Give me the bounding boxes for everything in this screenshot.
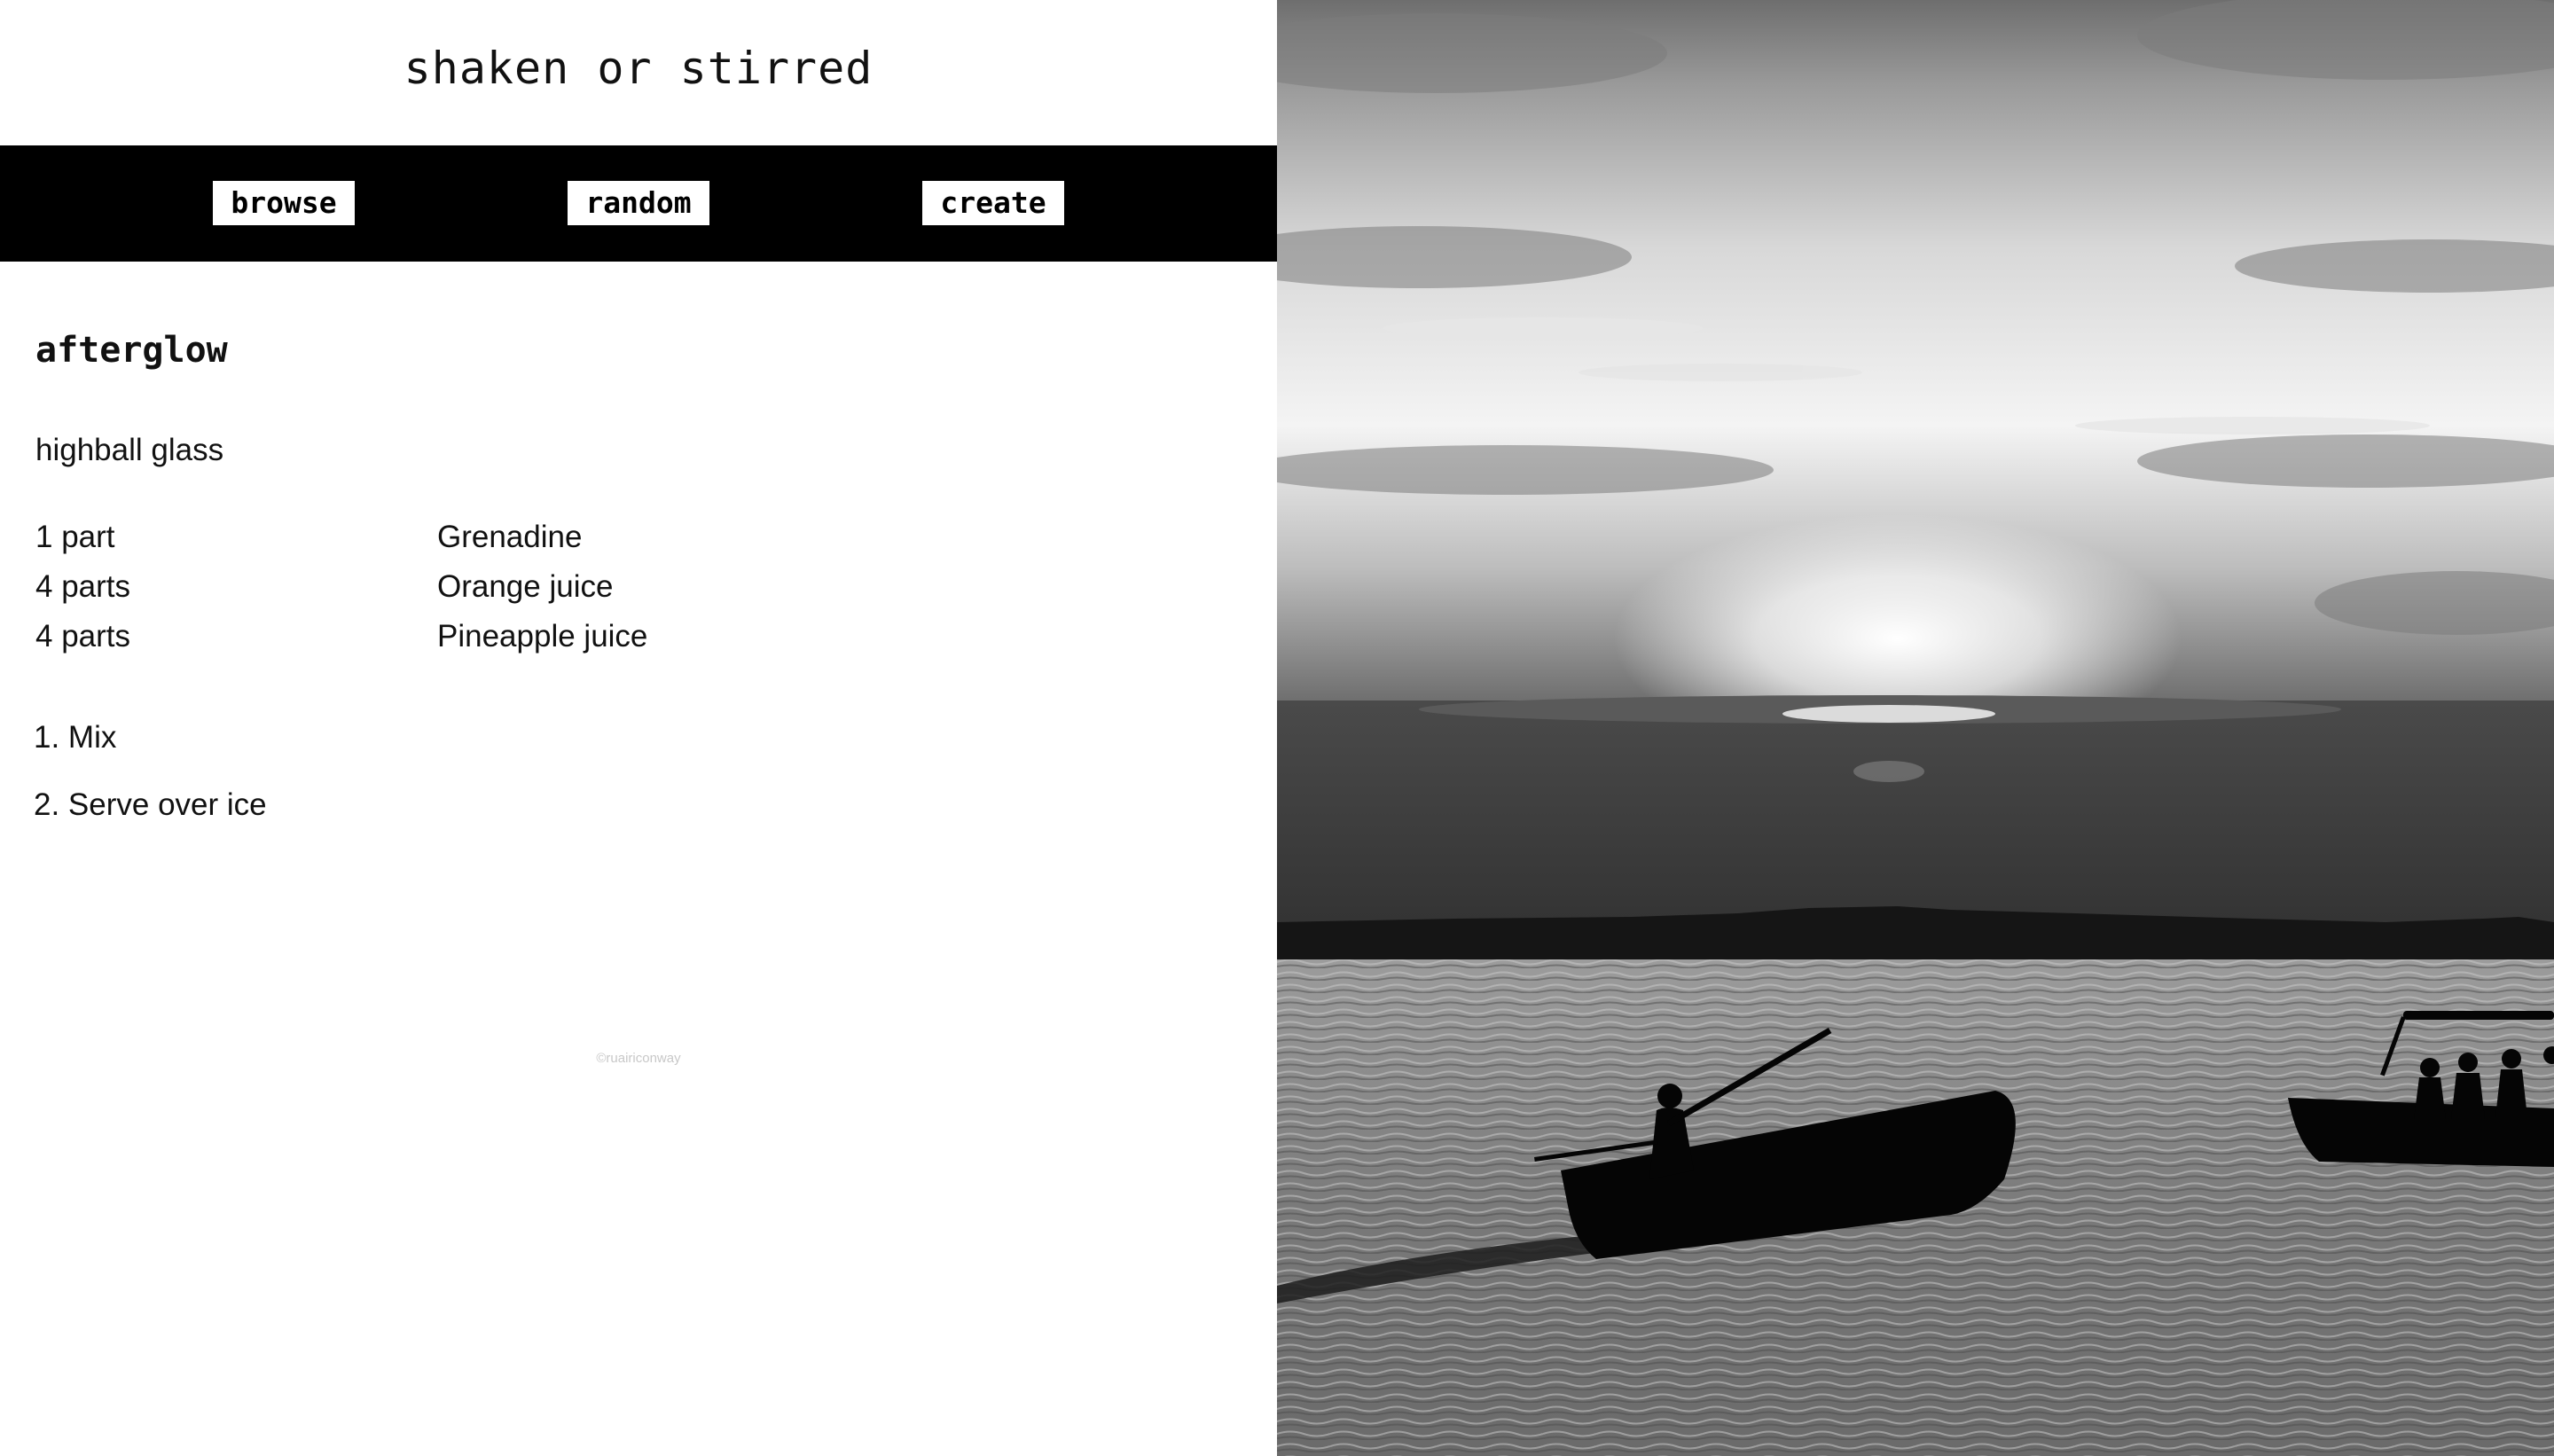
browse-button[interactable]: browse [213, 181, 355, 225]
ingredient-amount: 4 parts [35, 569, 130, 604]
photo-credit[interactable]: ©ruairiconway [0, 1051, 1277, 1066]
page: shaken or stirred browse random create a… [0, 0, 2554, 1456]
instruction-steps: 1. Mix 2. Serve over ice [34, 715, 267, 849]
ingredient-name: Orange juice [437, 569, 614, 604]
ingredient-name: Grenadine [437, 520, 583, 554]
instruction-step: 1. Mix [34, 720, 117, 755]
ingredient-amount: 4 parts [35, 619, 130, 654]
ingredient-name: Pineapple juice [437, 619, 648, 654]
glass-type: highball glass [35, 433, 224, 467]
ingredient-row: 4 parts Pineapple juice [35, 612, 834, 661]
content-panel: shaken or stirred browse random create a… [0, 0, 1277, 1456]
ingredients-table: 1 part Grenadine 4 parts Orange juice 4 … [35, 513, 834, 661]
ingredient-row: 1 part Grenadine [35, 513, 834, 562]
random-button[interactable]: random [568, 181, 709, 225]
drink-name: afterglow [35, 330, 228, 371]
site-title[interactable]: shaken or stirred [0, 43, 1277, 94]
hero-photo [1277, 0, 2554, 1456]
navbar: browse random create [0, 145, 1277, 262]
ingredient-amount: 1 part [35, 520, 115, 554]
ingredient-row: 4 parts Orange juice [35, 562, 834, 612]
instruction-step: 2. Serve over ice [34, 787, 267, 822]
sunset-lake-boats-photo [1277, 0, 2554, 1456]
create-button[interactable]: create [922, 181, 1064, 225]
